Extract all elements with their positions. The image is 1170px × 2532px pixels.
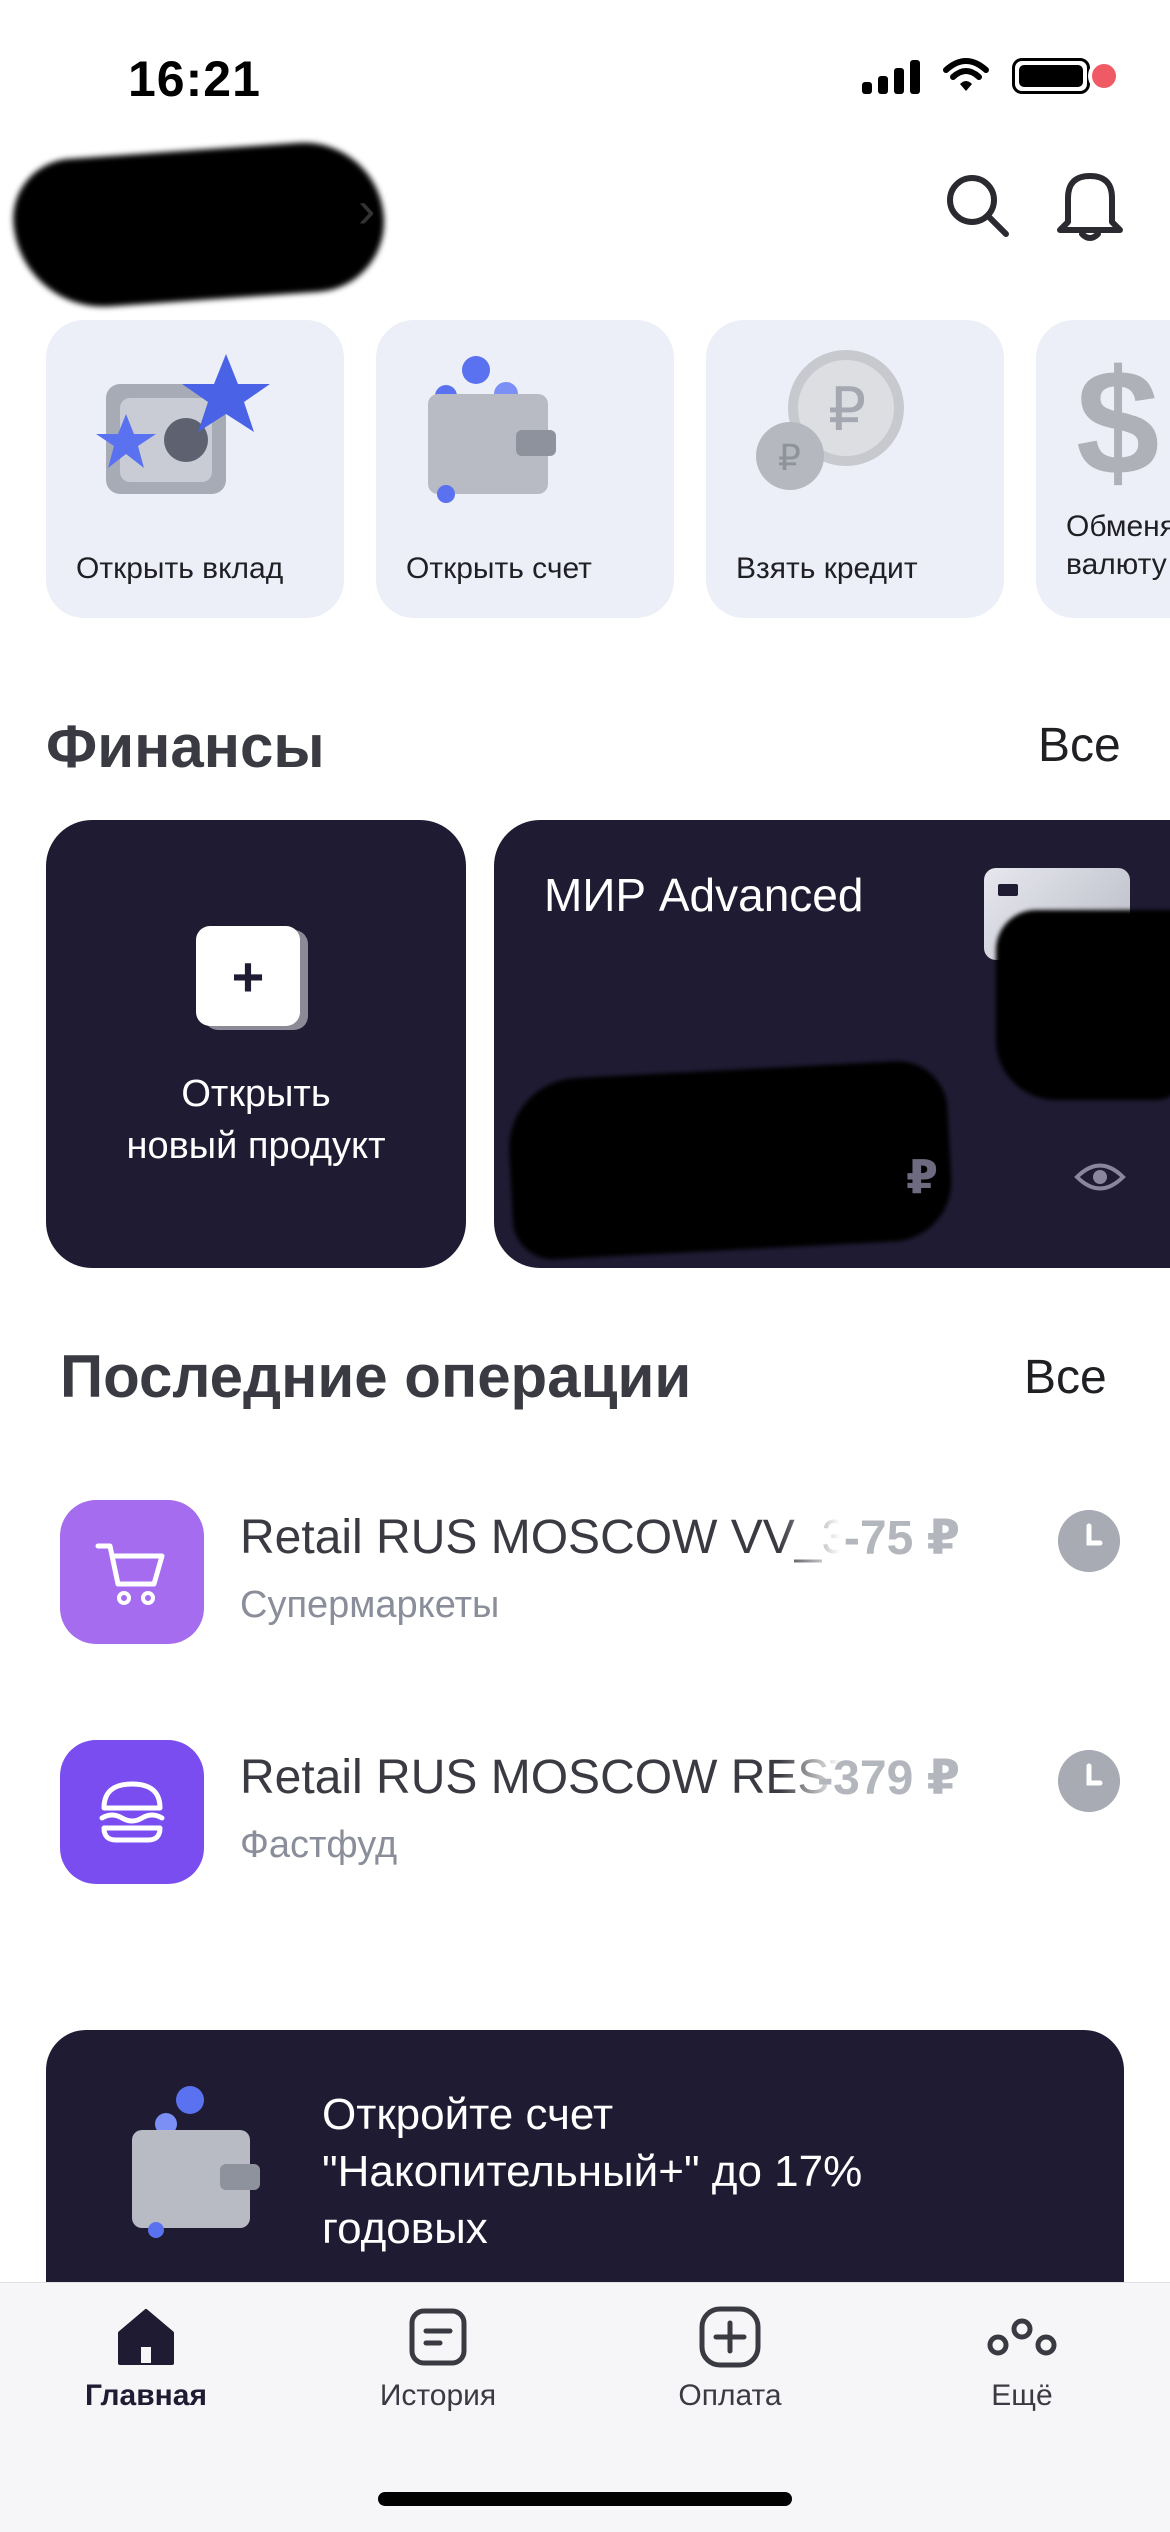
operations-all-link[interactable]: Все	[1024, 1350, 1107, 1405]
operation-amount: -379 ₽	[817, 1752, 960, 1805]
tab-label: Оплата	[678, 2379, 782, 2412]
quick-exchange-currency[interactable]: $ Обменя валюту	[1036, 320, 1170, 618]
operation-category: Супермаркеты	[240, 1584, 500, 1626]
card-mir-advanced[interactable]: МИР Advanced ₽	[494, 820, 1170, 1268]
safe-icon	[96, 354, 270, 494]
tab-label: Ещё	[991, 2379, 1053, 2412]
more-icon	[987, 2318, 1057, 2356]
card-name: МИР Advanced	[544, 869, 864, 921]
wallet-icon	[132, 2086, 260, 2238]
chevron-right-icon[interactable]: ›	[358, 180, 375, 240]
quick-open-deposit[interactable]: Открыть вклад	[46, 320, 344, 618]
plus-icon: +	[196, 926, 300, 1026]
notification-badge	[1088, 60, 1120, 92]
wifi-icon	[943, 58, 989, 91]
burger-icon	[60, 1740, 204, 1884]
tab-more[interactable]: Ещё	[922, 2305, 1122, 2413]
quick-label: Открыть счет	[406, 552, 592, 585]
operation-row[interactable]: Retail RUS MOSCOW VV_37 Супермаркеты -75…	[60, 1500, 1120, 1650]
operation-name: Retail RUS MOSCOW REST	[240, 1750, 840, 1805]
balance-redacted	[505, 1058, 955, 1262]
svg-text:$: $	[1076, 344, 1159, 504]
quick-label: Открыть вклад	[76, 552, 284, 585]
quick-open-account[interactable]: Открыть счет	[376, 320, 674, 618]
quick-actions: Открыть вклад Открыть счет ₽ ₽ Взять кре…	[46, 320, 1170, 618]
search-icon[interactable]	[942, 170, 1012, 240]
status-bar: 16:21	[0, 0, 1170, 130]
status-time: 16:21	[128, 51, 261, 107]
operation-amount: -75 ₽	[843, 1512, 960, 1565]
eye-icon[interactable]	[1074, 1160, 1126, 1194]
dollar-icon: $	[1076, 344, 1159, 504]
bell-icon[interactable]	[1052, 164, 1128, 244]
quick-label: Взять кредит	[736, 552, 918, 585]
svg-text:₽: ₽	[828, 376, 866, 443]
operations-title: Последние операции	[60, 1343, 692, 1410]
operation-row[interactable]: Retail RUS MOSCOW REST Фастфуд -379 ₽	[60, 1740, 1120, 1890]
cart-icon	[60, 1500, 204, 1644]
svg-text:₽: ₽	[778, 437, 801, 478]
quick-take-credit[interactable]: ₽ ₽ Взять кредит	[706, 320, 1004, 618]
new-product-label: Открыть новый продукт	[126, 1073, 386, 1167]
tab-payment[interactable]: Оплата	[630, 2305, 830, 2413]
ruble-coins-icon: ₽ ₽	[756, 350, 904, 490]
promo-banner[interactable]: Откройте счет "Накопительный+" до 17% го…	[46, 2030, 1124, 2290]
home-icon	[118, 2309, 174, 2365]
balance-currency: ₽	[906, 1151, 939, 1203]
status-icons	[862, 58, 1096, 94]
operation-category: Фастфуд	[240, 1824, 398, 1866]
wallet-icon	[428, 356, 556, 503]
tab-label: Главная	[84, 2379, 207, 2412]
tab-home[interactable]: Главная	[46, 2305, 246, 2413]
home-indicator	[378, 2492, 792, 2506]
clock-icon	[1058, 1510, 1120, 1572]
clock-icon	[1058, 1750, 1120, 1812]
signal-icon	[862, 58, 920, 94]
profile-name-redacted[interactable]	[9, 137, 389, 313]
promo-text: Откройте счет "Накопительный+" до 17% го…	[322, 2090, 863, 2253]
payment-icon	[699, 2306, 761, 2368]
finances-all-link[interactable]: Все	[1038, 718, 1121, 773]
battery-icon	[1012, 58, 1096, 94]
redacted-area	[996, 910, 1170, 1100]
quick-label: Обменя валюту	[1066, 510, 1170, 581]
header: ›	[0, 137, 1170, 313]
history-icon	[409, 2308, 467, 2366]
new-product-card[interactable]: + Открыть новый продукт	[46, 820, 466, 1268]
tab-history[interactable]: История	[338, 2305, 538, 2413]
tab-label: История	[379, 2379, 497, 2412]
operation-name: Retail RUS MOSCOW VV_37	[240, 1510, 840, 1565]
finances-title: Финансы	[46, 713, 325, 780]
